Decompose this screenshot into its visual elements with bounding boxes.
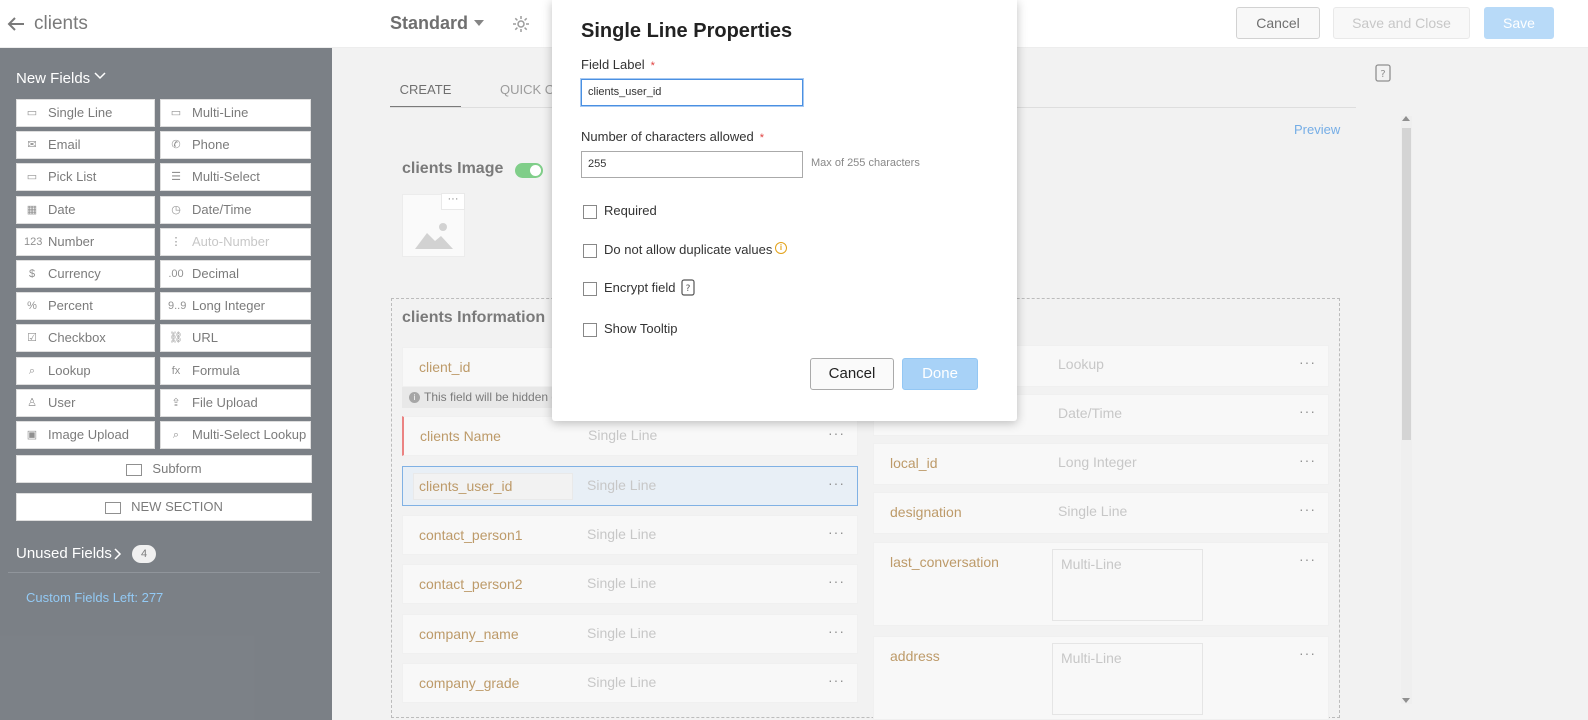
max-chars-hint: Max of 255 characters	[811, 157, 920, 169]
show-tooltip-label[interactable]: Show Tooltip	[604, 321, 677, 336]
chars-allowed-text: Number of characters allowed	[581, 129, 754, 144]
chars-allowed-input[interactable]: 255	[581, 151, 803, 178]
field-label-text: Field Label	[581, 57, 645, 72]
encrypt-checkbox[interactable]	[583, 282, 597, 296]
dialog-title: Single Line Properties	[581, 20, 793, 42]
dialog-cancel-button[interactable]: Cancel	[810, 358, 894, 390]
required-label[interactable]: Required	[604, 203, 657, 218]
chars-allowed-caption: Number of characters allowed *	[581, 129, 764, 144]
field-label-caption: Field Label *	[581, 57, 655, 72]
encrypt-label[interactable]: Encrypt field	[604, 280, 676, 295]
no-duplicates-label[interactable]: Do not allow duplicate values	[604, 242, 772, 257]
info-icon[interactable]: i	[775, 242, 787, 254]
no-duplicates-checkbox[interactable]	[583, 244, 597, 258]
field-label-input[interactable]: clients_user_id	[581, 79, 803, 106]
show-tooltip-checkbox[interactable]	[583, 323, 597, 337]
single-line-properties-dialog: Single Line Properties Field Label * clie…	[552, 0, 1017, 421]
svg-text:?: ?	[686, 284, 691, 294]
help-icon[interactable]: ?	[681, 279, 695, 296]
required-asterisk: *	[759, 132, 764, 144]
required-checkbox[interactable]	[583, 205, 597, 219]
dialog-done-button[interactable]: Done	[902, 358, 978, 390]
required-asterisk: *	[650, 60, 655, 72]
